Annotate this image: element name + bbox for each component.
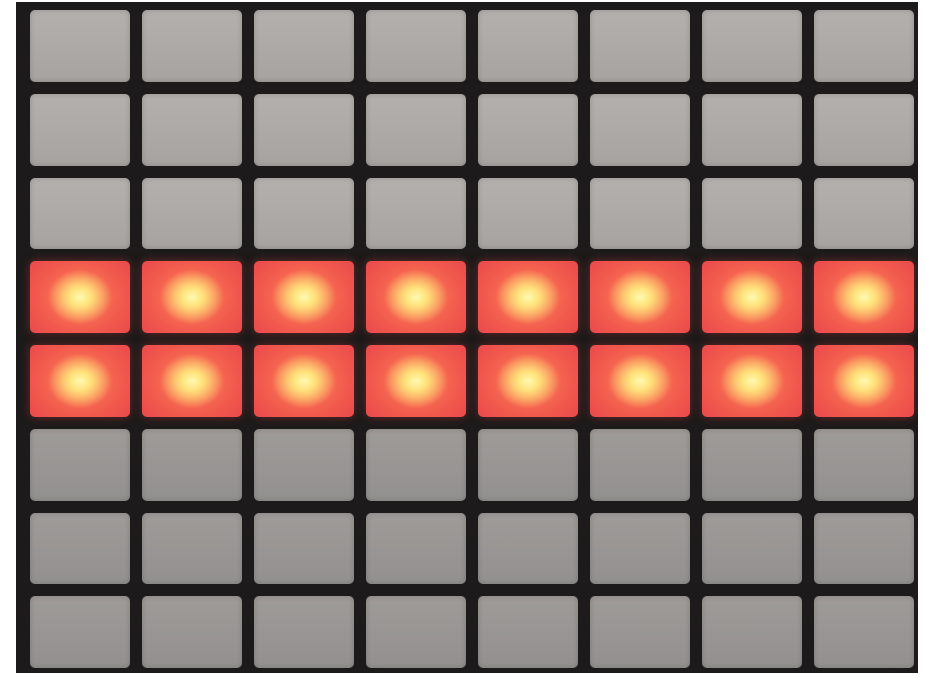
pad-r2-c7[interactable]: [702, 93, 802, 166]
pad-r1-c2[interactable]: [142, 10, 242, 82]
pad-r4-c6-lit[interactable]: [590, 261, 690, 333]
pad-r1-c1[interactable]: [30, 10, 130, 82]
pad-controller: [16, 2, 918, 673]
pad-r6-c7[interactable]: [702, 428, 802, 501]
pad-r3-c2[interactable]: [142, 177, 242, 250]
pad-r5-c6-lit[interactable]: [590, 345, 690, 417]
pad-r7-c1[interactable]: [30, 512, 130, 585]
pad-r7-c8[interactable]: [814, 512, 914, 585]
pad-r8-c4[interactable]: [366, 596, 466, 668]
pad-r1-c7[interactable]: [702, 10, 802, 82]
pad-r5-c3-lit[interactable]: [254, 345, 354, 417]
pad-r7-c3[interactable]: [254, 512, 354, 585]
pad-r1-c3[interactable]: [254, 10, 354, 82]
pad-r5-c7-lit[interactable]: [702, 345, 802, 417]
pad-r2-c1[interactable]: [30, 93, 130, 166]
pad-r8-c6[interactable]: [590, 596, 690, 668]
pad-r8-c7[interactable]: [702, 596, 802, 668]
pad-r4-c8-lit[interactable]: [814, 261, 914, 333]
pad-r6-c6[interactable]: [590, 428, 690, 501]
pad-r1-c6[interactable]: [590, 10, 690, 82]
pad-r3-c6[interactable]: [590, 177, 690, 250]
pad-r6-c1[interactable]: [30, 428, 130, 501]
pad-r2-c6[interactable]: [590, 93, 690, 166]
pad-r3-c4[interactable]: [366, 177, 466, 250]
pad-r4-c7-lit[interactable]: [702, 261, 802, 333]
pad-r8-c5[interactable]: [478, 596, 578, 668]
pad-r6-c8[interactable]: [814, 428, 914, 501]
pad-r7-c7[interactable]: [702, 512, 802, 585]
pad-r2-c3[interactable]: [254, 93, 354, 166]
pad-r5-c4-lit[interactable]: [366, 345, 466, 417]
pad-grid: [30, 10, 914, 668]
pad-r4-c3-lit[interactable]: [254, 261, 354, 333]
pad-r5-c5-lit[interactable]: [478, 345, 578, 417]
pad-r3-c7[interactable]: [702, 177, 802, 250]
pad-r3-c3[interactable]: [254, 177, 354, 250]
pad-r1-c5[interactable]: [478, 10, 578, 82]
pad-r8-c1[interactable]: [30, 596, 130, 668]
pad-r7-c5[interactable]: [478, 512, 578, 585]
pad-r2-c2[interactable]: [142, 93, 242, 166]
pad-r2-c4[interactable]: [366, 93, 466, 166]
pad-r4-c2-lit[interactable]: [142, 261, 242, 333]
pad-r4-c4-lit[interactable]: [366, 261, 466, 333]
pad-r7-c6[interactable]: [590, 512, 690, 585]
pad-r7-c2[interactable]: [142, 512, 242, 585]
pad-r3-c5[interactable]: [478, 177, 578, 250]
pad-r5-c2-lit[interactable]: [142, 345, 242, 417]
pad-r8-c8[interactable]: [814, 596, 914, 668]
pad-r3-c8[interactable]: [814, 177, 914, 250]
pad-r7-c4[interactable]: [366, 512, 466, 585]
pad-r2-c5[interactable]: [478, 93, 578, 166]
pad-r4-c1-lit[interactable]: [30, 261, 130, 333]
pad-r5-c8-lit[interactable]: [814, 345, 914, 417]
pad-r6-c4[interactable]: [366, 428, 466, 501]
pad-r5-c1-lit[interactable]: [30, 345, 130, 417]
pad-r2-c8[interactable]: [814, 93, 914, 166]
pad-r4-c5-lit[interactable]: [478, 261, 578, 333]
pad-r1-c4[interactable]: [366, 10, 466, 82]
pad-r8-c3[interactable]: [254, 596, 354, 668]
pad-r3-c1[interactable]: [30, 177, 130, 250]
pad-r6-c3[interactable]: [254, 428, 354, 501]
pad-r1-c8[interactable]: [814, 10, 914, 82]
pad-r6-c5[interactable]: [478, 428, 578, 501]
pad-r8-c2[interactable]: [142, 596, 242, 668]
pad-r6-c2[interactable]: [142, 428, 242, 501]
